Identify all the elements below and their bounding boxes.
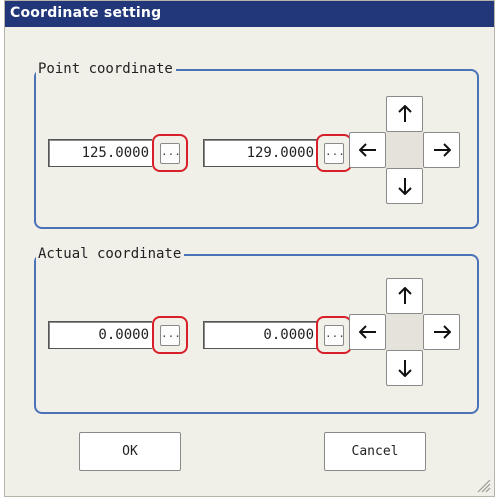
point-y-highlight <box>316 134 352 172</box>
point-x-field[interactable]: 125.0000 <box>48 139 152 167</box>
ok-button[interactable]: OK <box>79 432 181 471</box>
actual-y-highlight <box>316 316 352 354</box>
arrow-up-icon <box>397 287 412 304</box>
point-right-button[interactable] <box>423 132 460 168</box>
point-x-highlight <box>152 134 188 172</box>
point-x-value: 125.0000 <box>81 145 149 161</box>
point-coordinate-label: Point coordinate <box>36 60 176 78</box>
point-up-button[interactable] <box>386 96 423 132</box>
point-y-field[interactable]: 129.0000 <box>203 139 317 167</box>
actual-up-button[interactable] <box>386 278 423 314</box>
dialog-title: Coordinate setting <box>10 5 162 21</box>
actual-y-field[interactable]: 0.0000 <box>203 321 317 349</box>
arrow-down-icon <box>397 178 412 195</box>
resize-grip-icon[interactable] <box>475 477 491 493</box>
title-bar: Coordinate setting <box>5 1 494 27</box>
actual-right-button[interactable] <box>423 314 460 350</box>
arrow-up-icon <box>397 105 412 122</box>
point-pad-center <box>386 132 423 168</box>
actual-x-value: 0.0000 <box>98 327 149 343</box>
actual-left-button[interactable] <box>349 314 386 350</box>
coordinate-setting-dialog: Coordinate setting Point coordinate 125.… <box>4 0 495 497</box>
arrow-left-icon <box>358 325 376 339</box>
actual-pad-center <box>386 314 423 350</box>
arrow-right-icon <box>433 143 451 157</box>
actual-x-highlight <box>152 316 188 354</box>
cancel-button[interactable]: Cancel <box>324 432 426 471</box>
point-down-button[interactable] <box>386 168 423 204</box>
point-y-value: 129.0000 <box>246 145 314 161</box>
actual-down-button[interactable] <box>386 350 423 386</box>
arrow-left-icon <box>358 143 376 157</box>
actual-x-field[interactable]: 0.0000 <box>48 321 152 349</box>
actual-coordinate-label: Actual coordinate <box>36 245 185 263</box>
arrow-down-icon <box>397 360 412 377</box>
arrow-right-icon <box>433 325 451 339</box>
actual-y-value: 0.0000 <box>263 327 314 343</box>
point-left-button[interactable] <box>349 132 386 168</box>
